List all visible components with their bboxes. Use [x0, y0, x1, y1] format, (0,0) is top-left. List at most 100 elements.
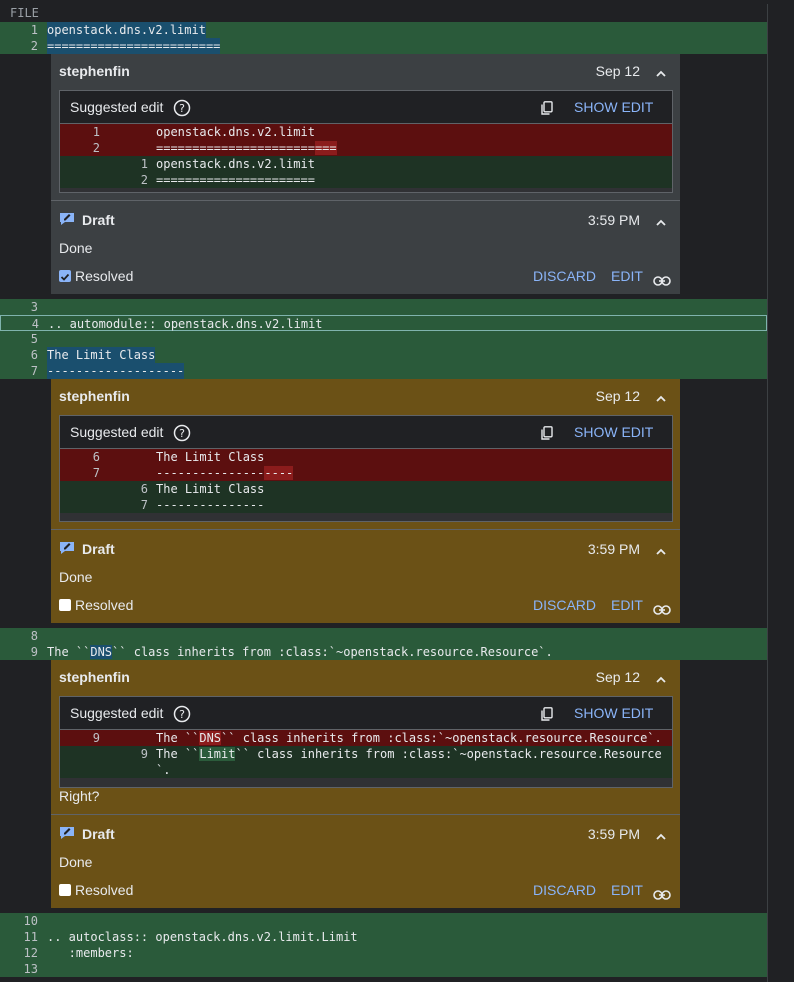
line-number: 3 [30, 300, 38, 314]
discard-button[interactable]: DISCARD [533, 882, 596, 898]
code-line[interactable]: 6 The Limit Class [0, 347, 767, 363]
draft-edit-icon [59, 540, 75, 554]
diff-text: --------------- [156, 498, 265, 512]
code-line[interactable]: 7 ------------------- [0, 363, 767, 379]
diff-line: 6 The Limit Class [60, 481, 672, 497]
copy-icon[interactable] [541, 101, 553, 115]
line-text: ======================== [47, 38, 221, 54]
chevron-up-icon[interactable] [656, 672, 666, 683]
diff-line: 9 The ``Limit`` class inherits from :clas… [60, 746, 672, 762]
comment-date: Sep 12 [595, 63, 640, 79]
draft-body: Done [59, 569, 93, 585]
diff-text: `. [156, 763, 171, 777]
line-number: 9 [30, 645, 38, 659]
line-number: 7 [30, 364, 38, 378]
code-line[interactable]: 2 ======================== [0, 38, 767, 54]
draft-divider [51, 814, 680, 815]
suggested-edit-title: Suggested edit [70, 99, 164, 115]
comment-thread: stephenfin Sep 12 Suggested edit? SHOW EDIT… [51, 660, 680, 908]
resolved-checkbox[interactable] [59, 270, 71, 282]
diff-text-highlight: ---- [264, 466, 294, 480]
diff-line: 7 --------------- [60, 497, 672, 513]
help-circle-icon[interactable]: ? [173, 99, 191, 122]
suggested-edit-title: Suggested edit [70, 424, 164, 440]
diff-line: 1 openstack.dns.v2.limit [60, 156, 672, 172]
line-text: openstack.dns.v2.limit [47, 22, 206, 38]
diff-line: 1 openstack.dns.v2.limit [60, 124, 672, 140]
resolved-checkbox[interactable] [59, 884, 71, 896]
draft-time: 3:59 PM [587, 212, 640, 228]
link-icon[interactable] [653, 887, 671, 900]
line-text: The ``DNS`` class inherits from :class:`… [47, 644, 553, 660]
svg-text:?: ? [179, 708, 185, 721]
line-number: 4 [31, 317, 39, 331]
line-number: 11 [23, 930, 38, 944]
draft-time: 3:59 PM [587, 826, 640, 842]
diff-line: 7 ------------------- [60, 465, 672, 481]
diff-text-highlight: DNS [199, 731, 222, 745]
edit-button[interactable]: EDIT [611, 268, 643, 284]
code-line[interactable]: 8 [0, 628, 767, 644]
chevron-up-icon[interactable] [656, 829, 666, 840]
comment-date: Sep 12 [595, 388, 640, 404]
comment-author: stephenfin [59, 63, 130, 79]
line-text-part: `` class inherits from :class:`~openstac… [112, 645, 553, 659]
diff-text: The Limit Class [156, 482, 265, 496]
draft-body: Done [59, 854, 93, 870]
chevron-up-icon[interactable] [656, 215, 666, 226]
show-edit-button[interactable]: SHOW EDIT [574, 424, 653, 440]
file-label: FILE [10, 6, 39, 20]
scrollbar[interactable] [767, 4, 794, 982]
copy-icon[interactable] [541, 426, 553, 440]
suggested-edit-box: Suggested edit? SHOW EDIT 1 openstack.dns.v… [59, 90, 673, 193]
chevron-up-icon[interactable] [656, 391, 666, 402]
chevron-up-icon[interactable] [656, 66, 666, 77]
discard-button[interactable]: DISCARD [533, 597, 596, 613]
edit-button[interactable]: EDIT [611, 882, 643, 898]
edit-button[interactable]: EDIT [611, 597, 643, 613]
suggested-edit-box: Suggested edit? SHOW EDIT 9 The ``DNS`` cla… [59, 696, 673, 788]
code-line[interactable]: 12 :members: [0, 945, 767, 961]
chevron-up-icon[interactable] [656, 544, 666, 555]
diff-text: ====================== [156, 173, 315, 187]
draft-divider [51, 529, 680, 530]
suggested-edit-header: Suggested edit? SHOW EDIT [60, 91, 672, 124]
code-line[interactable]: 10 [0, 913, 767, 929]
suggested-edit-title: Suggested edit [70, 705, 164, 721]
diff-line: 9 The ``DNS`` class inherits from :class:… [60, 730, 672, 746]
line-number: 1 [30, 23, 38, 37]
help-circle-icon[interactable]: ? [173, 705, 191, 728]
code-line[interactable]: 4 .. automodule:: openstack.dns.v2.limit [0, 315, 767, 331]
code-line[interactable]: 9 The ``DNS`` class inherits from :class:… [0, 644, 767, 660]
diff-old-number: 9 [92, 731, 100, 745]
line-number: 13 [23, 962, 38, 976]
code-line[interactable]: 13 [0, 961, 767, 977]
comment-author: stephenfin [59, 669, 130, 685]
draft-time: 3:59 PM [587, 541, 640, 557]
code-line[interactable]: 3 [0, 299, 767, 315]
code-line[interactable]: 1 openstack.dns.v2.limit [0, 22, 767, 38]
resolved-label: Resolved [75, 882, 134, 898]
help-circle-icon[interactable]: ? [173, 424, 191, 447]
code-line[interactable]: 11 .. autoclass:: openstack.dns.v2.limit.… [0, 929, 767, 945]
resolved-label: Resolved [75, 597, 134, 613]
code-line[interactable]: 5 [0, 331, 767, 347]
resolved-checkbox[interactable] [59, 599, 71, 611]
diff-old-number: 2 [92, 141, 100, 155]
diff-text: The ``DNS`` class inherits from :class:`… [156, 730, 662, 746]
show-edit-button[interactable]: SHOW EDIT [574, 705, 653, 721]
link-icon[interactable] [653, 273, 671, 286]
draft-divider [51, 200, 680, 201]
show-edit-button[interactable]: SHOW EDIT [574, 99, 653, 115]
line-text: .. automodule:: openstack.dns.v2.limit [48, 317, 323, 331]
copy-icon[interactable] [541, 707, 553, 721]
comment-card: stephenfin Sep 12 Suggested edit? SHOW EDIT… [51, 54, 680, 294]
link-icon[interactable] [653, 602, 671, 615]
line-text: ------------------- [47, 363, 185, 379]
discard-button[interactable]: DISCARD [533, 268, 596, 284]
line-text-highlight: DNS [90, 645, 113, 659]
line-text: The Limit Class [47, 347, 156, 363]
diff-text: ------------------- [156, 465, 294, 481]
svg-text:?: ? [179, 102, 185, 115]
diff-new-number: 7 [140, 498, 148, 512]
